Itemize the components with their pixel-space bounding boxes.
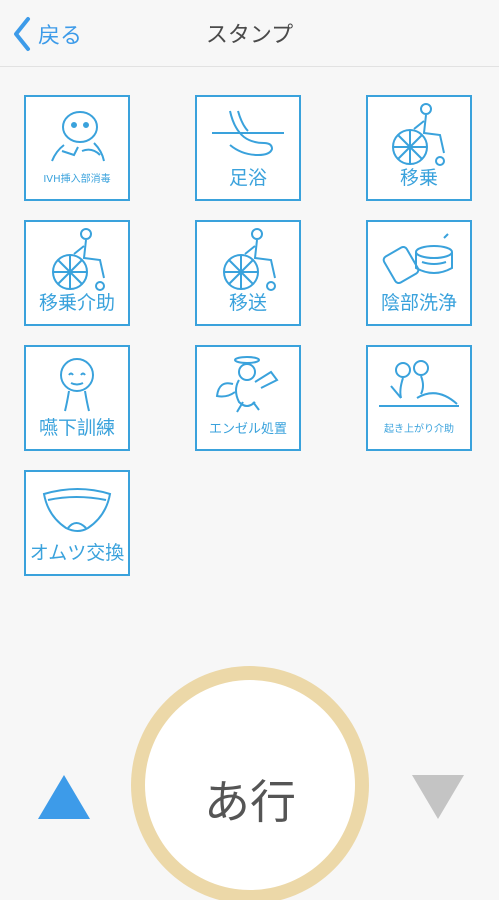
stamp-transfer[interactable]: 移乗 [366, 95, 472, 201]
stamp-label: 移乗介助 [38, 292, 115, 314]
stamp-label: 移送 [228, 292, 267, 314]
swallow-training-icon [26, 353, 128, 417]
kana-row-label: あ行 [204, 775, 296, 829]
foot-bath-icon [197, 103, 299, 167]
stamp-iv-disinfect[interactable]: IVH挿入部消毒 [24, 95, 130, 201]
nav-bar: 戻る スタンプ [0, 0, 499, 67]
stamp-label: 嚥下訓練 [38, 417, 115, 439]
stamp-diaper-change[interactable]: オムツ交換 [24, 470, 130, 576]
stamp-label: 起き上がり介助 [384, 424, 454, 435]
transport-icon [197, 228, 299, 292]
stamp-label: 足浴 [228, 167, 267, 189]
kana-row-selector[interactable]: あ行 [131, 666, 369, 900]
diaper-change-icon [26, 478, 128, 542]
stamp-label: エンゼル処置 [208, 422, 287, 437]
stamp-sit-up-assist[interactable]: 起き上がり介助 [366, 345, 472, 451]
stamp-label: オムツ交換 [29, 542, 125, 564]
iv-insertion-disinfect-icon [26, 103, 128, 167]
stamp-label: 移乗 [399, 167, 438, 189]
sit-up-assist-icon [368, 353, 470, 417]
kana-row-inner: あ行 [145, 680, 355, 890]
page-title: スタンプ [205, 23, 294, 48]
angel-care-icon [197, 353, 299, 417]
screen: 戻る スタンプ IVH挿入部消毒 足浴 移乗 移乗介助 移送 陰部洗浄 嚥下訓練… [0, 0, 499, 900]
stamp-transport[interactable]: 移送 [195, 220, 301, 326]
stamp-foot-bath[interactable]: 足浴 [195, 95, 301, 201]
arrow-down-icon[interactable] [412, 775, 464, 819]
stamp-swallow-training[interactable]: 嚥下訓練 [24, 345, 130, 451]
arrow-up-icon[interactable] [38, 775, 90, 819]
stamp-perineal-wash[interactable]: 陰部洗浄 [366, 220, 472, 326]
perineal-wash-icon [368, 228, 470, 292]
stamp-label: 陰部洗浄 [380, 292, 457, 314]
stamp-angel-care[interactable]: エンゼル処置 [195, 345, 301, 451]
stamp-transfer-assist[interactable]: 移乗介助 [24, 220, 130, 326]
stamp-label: IVH挿入部消毒 [43, 174, 111, 185]
wheelchair-transfer-icon [368, 103, 470, 167]
transfer-assist-icon [26, 228, 128, 292]
